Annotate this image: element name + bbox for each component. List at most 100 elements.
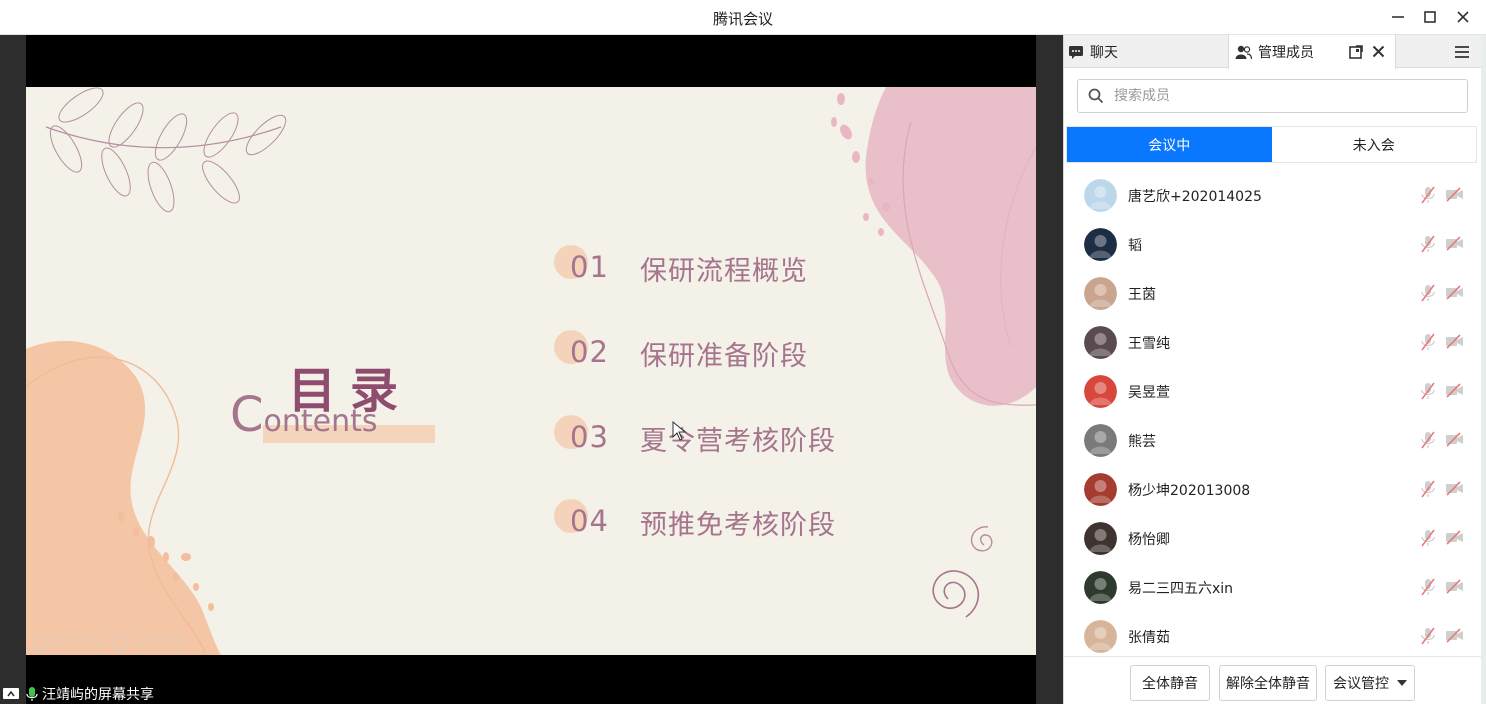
mic-muted-icon[interactable] (1420, 382, 1436, 400)
member-status-icons (1420, 333, 1464, 351)
minimize-icon (1392, 16, 1404, 18)
share-status: 汪靖屿的屏幕共享 (0, 683, 300, 704)
toc-number: 02 (570, 335, 609, 369)
member-status-icons (1420, 529, 1464, 547)
close-button[interactable] (1452, 6, 1474, 28)
close-panel-button[interactable] (1372, 45, 1385, 58)
member-name: 唐艺欣+202014025 (1128, 189, 1262, 205)
member-name: 王雪纯 (1128, 336, 1170, 352)
minimize-button[interactable] (1387, 6, 1409, 28)
right-strip (1036, 35, 1063, 704)
avatar (1084, 228, 1117, 261)
camera-off-icon[interactable] (1445, 578, 1464, 596)
segment-not-joined[interactable]: 未入会 (1272, 127, 1477, 162)
tab-chat-label: 聊天 (1090, 44, 1118, 61)
member-list: 唐艺欣+202014025 韬王茵王雪纯吴昱萱熊芸杨少坤202013008 杨怡卿易… (1064, 171, 1482, 655)
member-row[interactable]: 王雪纯 (1064, 318, 1482, 367)
avatar (1084, 375, 1117, 408)
panel-footer: 全体静音 解除全体静音 会议管控 (1064, 656, 1482, 704)
member-status-icons (1420, 235, 1464, 253)
avatar (1084, 473, 1117, 506)
member-status-icons (1420, 382, 1464, 400)
member-row[interactable]: 吴昱萱 (1064, 367, 1482, 416)
member-name: 杨怡卿 (1128, 532, 1170, 548)
tab-actions (1349, 35, 1385, 68)
panel-edge (1481, 35, 1486, 704)
mic-muted-icon[interactable] (1420, 627, 1436, 645)
member-name: 吴昱萱 (1128, 385, 1170, 401)
member-row[interactable]: 熊芸 (1064, 416, 1482, 465)
avatar (1084, 571, 1117, 604)
member-row[interactable]: 易二三四五六xin (1064, 563, 1482, 612)
toc-text: 保研流程概览 (640, 256, 808, 287)
member-row[interactable]: 唐艺欣+202014025 (1064, 171, 1482, 220)
members-panel: 聊天 管理成员 会议中 未入会 唐艺欣+202014025韬王茵王 (1063, 35, 1482, 704)
popout-button[interactable] (1349, 44, 1363, 59)
member-name: 易二三四五六xin (1128, 581, 1234, 597)
toc-number: 03 (570, 420, 609, 454)
member-status-icons (1420, 480, 1464, 498)
toc-number: 01 (570, 250, 609, 284)
member-name: 韬 (1128, 238, 1142, 254)
left-strip (0, 35, 26, 704)
mic-muted-icon[interactable] (1420, 480, 1436, 498)
screen-share-area: 目录 Contents 01 保研流程概览 02 保研准备阶段 03 夏令营考核… (0, 35, 1063, 704)
camera-off-icon[interactable] (1445, 480, 1464, 498)
mic-muted-icon[interactable] (1420, 333, 1436, 351)
avatar (1084, 277, 1117, 310)
member-row[interactable]: 杨少坤202013008 (1064, 465, 1482, 514)
member-row[interactable]: 韬 (1064, 220, 1482, 269)
camera-off-icon[interactable] (1445, 431, 1464, 449)
camera-off-icon[interactable] (1445, 627, 1464, 645)
mute-all-button[interactable]: 全体静音 (1130, 665, 1210, 701)
camera-off-icon[interactable] (1445, 529, 1464, 547)
panel-tabs: 聊天 管理成员 (1064, 35, 1482, 69)
avatar (1084, 179, 1117, 212)
member-status-icons (1420, 578, 1464, 596)
camera-off-icon[interactable] (1445, 235, 1464, 253)
tab-members-label: 管理成员 (1258, 45, 1314, 61)
slide-decoration (26, 87, 1036, 655)
member-status-icons (1420, 186, 1464, 204)
chevron-down-icon (1397, 680, 1407, 686)
toc-text: 夏令营考核阶段 (640, 426, 836, 457)
member-row[interactable]: 王茵 (1064, 269, 1482, 318)
member-name: 张倩茹 (1128, 630, 1170, 646)
maximize-icon (1424, 11, 1436, 23)
mic-muted-icon[interactable] (1420, 431, 1436, 449)
member-name: 熊芸 (1128, 434, 1156, 450)
search-icon (1088, 88, 1104, 104)
segment-in-meeting[interactable]: 会议中 (1067, 127, 1272, 162)
mic-muted-icon[interactable] (1420, 578, 1436, 596)
camera-off-icon[interactable] (1445, 284, 1464, 302)
member-search (1077, 79, 1468, 113)
meeting-control-button[interactable]: 会议管控 (1325, 665, 1415, 701)
maximize-button[interactable] (1419, 6, 1441, 28)
mic-muted-icon[interactable] (1420, 186, 1436, 204)
camera-off-icon[interactable] (1445, 333, 1464, 351)
members-icon (1235, 45, 1252, 60)
avatar (1084, 522, 1117, 555)
menu-button[interactable] (1454, 35, 1470, 68)
avatar (1084, 424, 1117, 457)
meeting-control-label: 会议管控 (1333, 676, 1389, 692)
mic-muted-icon[interactable] (1420, 529, 1436, 547)
member-segment-control: 会议中 未入会 (1066, 126, 1477, 163)
popout-icon (1349, 44, 1363, 59)
member-row[interactable]: 杨怡卿 (1064, 514, 1482, 563)
shared-slide: 目录 Contents 01 保研流程概览 02 保研准备阶段 03 夏令营考核… (26, 87, 1036, 655)
mic-muted-icon[interactable] (1420, 235, 1436, 253)
camera-off-icon[interactable] (1445, 186, 1464, 204)
slide-subheading: Contents (230, 387, 378, 443)
tab-chat[interactable]: 聊天 (1068, 35, 1228, 68)
search-input[interactable] (1114, 88, 1454, 104)
member-status-icons (1420, 284, 1464, 302)
member-name: 王茵 (1128, 287, 1156, 303)
camera-off-icon[interactable] (1445, 382, 1464, 400)
mic-muted-icon[interactable] (1420, 284, 1436, 302)
share-status-label: 汪靖屿的屏幕共享 (42, 686, 154, 703)
member-row[interactable]: 张倩茹 (1064, 612, 1482, 655)
avatar (1084, 326, 1117, 359)
title-bar: 腾讯会议 (0, 0, 1486, 35)
unmute-all-button[interactable]: 解除全体静音 (1219, 665, 1317, 701)
